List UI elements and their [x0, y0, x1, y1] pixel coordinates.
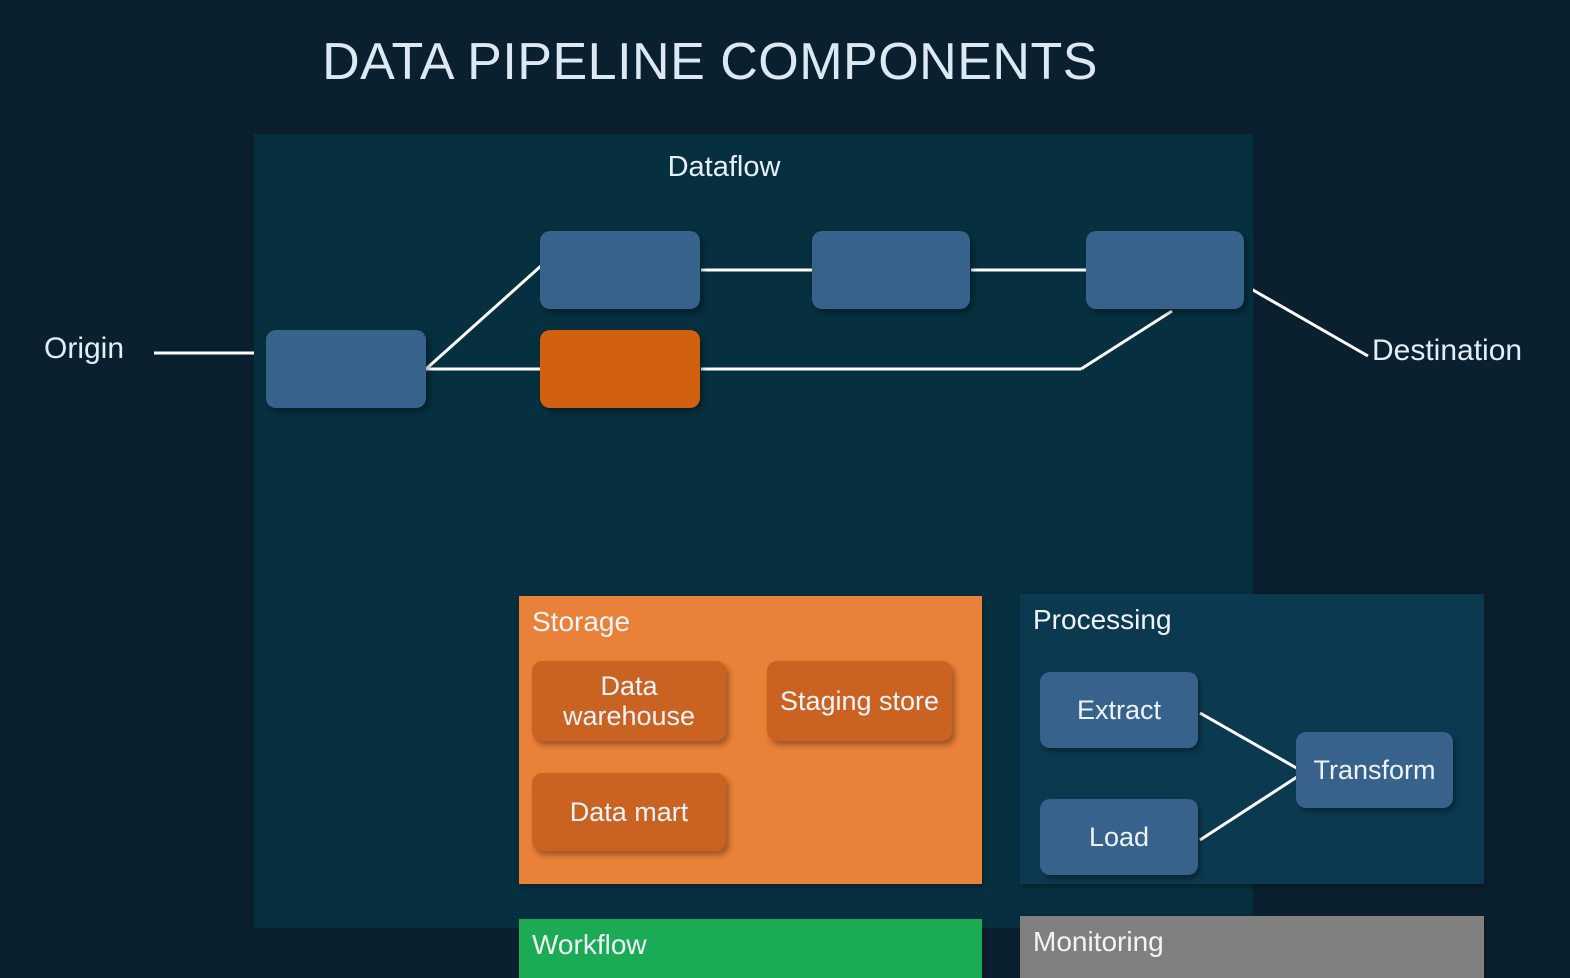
dataflow-node-stage-3[interactable]	[1086, 231, 1244, 309]
dataflow-node-source[interactable]	[266, 330, 426, 408]
group-panel-workflow[interactable]: Workflow	[519, 919, 982, 978]
destination-label: Destination	[1372, 334, 1523, 367]
page-title: DATA PIPELINE COMPONENTS	[322, 33, 1098, 91]
processing-group-title: Processing	[1033, 604, 1172, 635]
dataflow-section-title: Dataflow	[667, 151, 781, 183]
dataflow-node-branch-b[interactable]	[540, 330, 700, 408]
node-transform[interactable]: Transform	[1296, 732, 1453, 808]
node-staging-store[interactable]: Staging store	[767, 661, 952, 741]
node-extract[interactable]: Extract	[1040, 672, 1198, 748]
diagram-container: Dataflow Storage Data warehouse Staging s…	[254, 134, 1484, 978]
dataflow-node-branch-a[interactable]	[540, 231, 700, 309]
workflow-group-title: Workflow	[532, 929, 647, 960]
origin-label: Origin	[44, 332, 125, 365]
origin-group: Origin	[44, 332, 302, 377]
node-load[interactable]: Load	[1040, 799, 1198, 875]
group-panel-storage[interactable]: Storage Data warehouse Staging store Data …	[519, 596, 982, 884]
group-panel-processing[interactable]: Processing Extract Transform Load	[1020, 594, 1484, 884]
monitoring-group-title: Monitoring	[1033, 926, 1164, 957]
dataflow-node-stage-2[interactable]	[812, 231, 970, 309]
group-panel-monitoring[interactable]: Monitoring	[1020, 916, 1484, 978]
node-data-warehouse[interactable]: Data warehouse	[532, 661, 726, 741]
node-data-mart[interactable]: Data mart	[532, 773, 726, 851]
storage-group-title: Storage	[532, 606, 631, 637]
destination-connector	[1245, 284, 1369, 358]
